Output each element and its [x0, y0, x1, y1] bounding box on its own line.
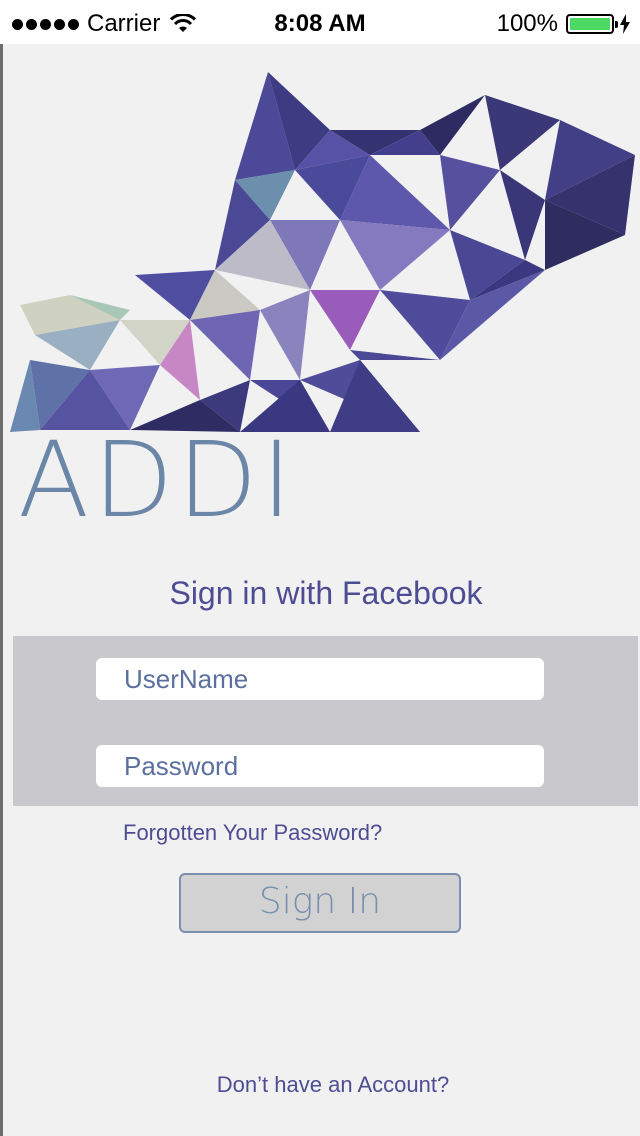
battery-percent: 100% — [496, 10, 558, 37]
battery-icon — [566, 14, 618, 34]
status-right: 100% — [497, 10, 630, 38]
status-bar: Carrier 8:08 AM 100% — [0, 0, 640, 44]
facebook-signin-link[interactable]: Sign in with Facebook — [0, 575, 640, 612]
charging-bolt-icon — [620, 14, 630, 34]
login-form-panel — [13, 636, 638, 806]
create-account-link[interactable]: Don’t have an Account? — [0, 1072, 640, 1098]
polygon-logo-art — [10, 72, 635, 432]
password-input[interactable] — [96, 745, 544, 787]
sign-in-button[interactable]: Sign In — [179, 873, 461, 933]
app-logo-text: ADDI — [18, 419, 296, 541]
battery-level — [570, 18, 610, 30]
username-input[interactable] — [96, 658, 544, 700]
forgot-password-link[interactable]: Forgotten Your Password? — [123, 820, 382, 846]
